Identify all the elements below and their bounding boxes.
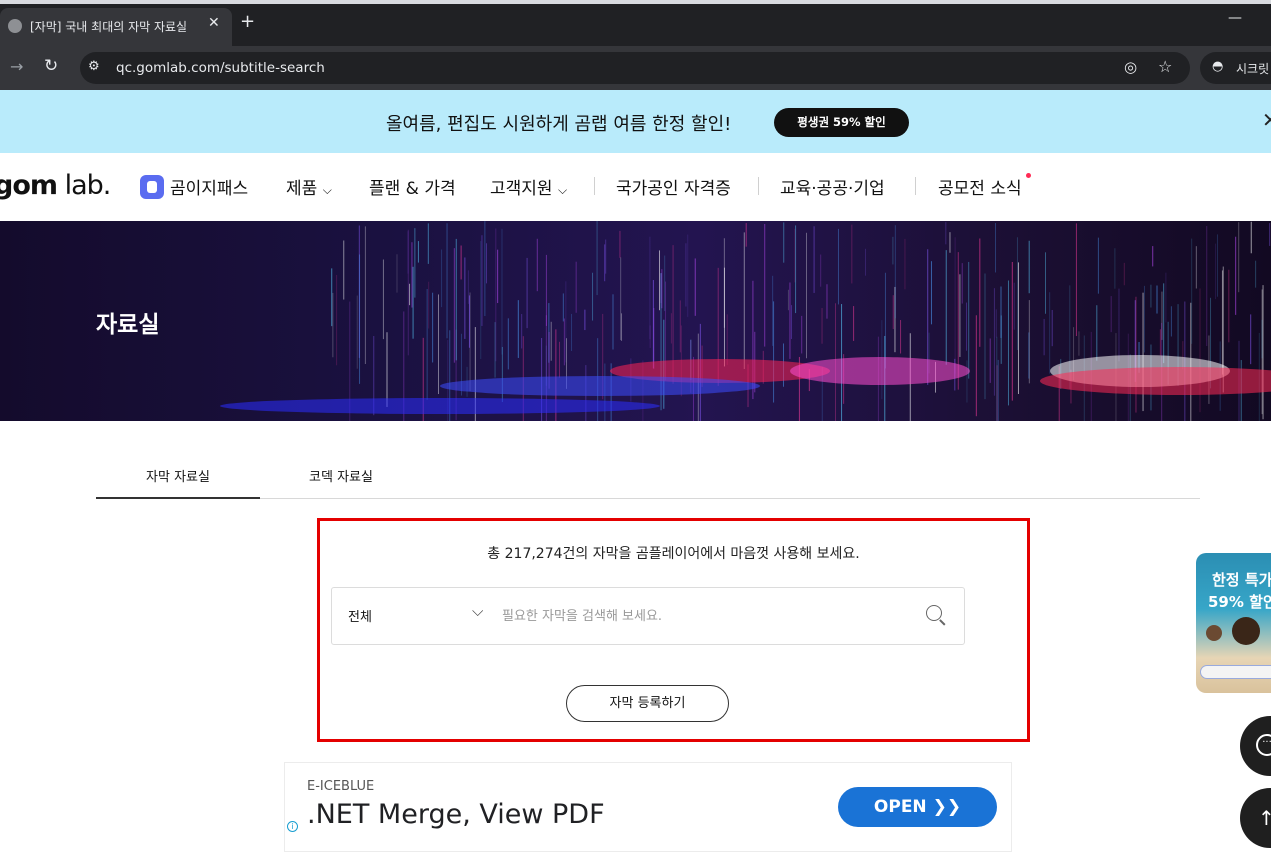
search-icon[interactable] <box>926 605 942 621</box>
site-settings-icon[interactable]: ⚙ <box>88 59 100 74</box>
bookmark-star-icon[interactable]: ☆ <box>1158 57 1172 76</box>
search-bar: 전체 ⌵ <box>331 587 965 645</box>
ad-info-icon[interactable]: i <box>287 821 298 832</box>
advertisement-banner[interactable]: E-ICEBLUE .NET Merge, View PDF OPEN ❯❯ i <box>284 762 1012 852</box>
ad-headline[interactable]: .NET Merge, View PDF <box>307 799 605 830</box>
hero-particle-art <box>220 221 1271 421</box>
floating-sale-card[interactable]: 한정 특가 59% 할인 <box>1196 553 1271 693</box>
nav-item-plans-pricing[interactable]: 플랜 & 가격 <box>369 174 456 199</box>
surfboard-image <box>1200 665 1271 679</box>
nav-item-education-business[interactable]: 교육·공공·기업 <box>780 174 885 199</box>
hero-banner: 자료실 <box>0 221 1271 421</box>
reload-icon[interactable]: ↻ <box>44 56 58 76</box>
incognito-icon: ◓ <box>1212 59 1224 74</box>
promo-close-icon[interactable]: ✕ <box>1262 108 1271 132</box>
arrow-up-icon: ↑ <box>1258 806 1271 830</box>
tab-subtitle-library[interactable]: 자막 자료실 <box>96 461 260 499</box>
sale-card-line1: 한정 특가 <box>1212 571 1271 589</box>
forward-arrow-icon[interactable]: → <box>10 57 23 76</box>
promo-discount-button[interactable]: 평생권 59% 할인 <box>774 108 909 137</box>
register-subtitle-button[interactable]: 자막 등록하기 <box>566 685 729 722</box>
address-bar[interactable]: ⚙ qc.gomlab.com/subtitle-search ◎ ☆ <box>80 52 1190 84</box>
url-text[interactable]: qc.gomlab.com/subtitle-search <box>116 60 325 76</box>
library-tabs: 자막 자료실 코덱 자료실 <box>96 461 1200 499</box>
tab-close-icon[interactable]: ✕ <box>208 15 220 31</box>
new-indicator-dot <box>1026 173 1031 178</box>
eye-off-icon[interactable]: ◎ <box>1124 58 1137 76</box>
promo-text: 올여름, 편집도 시원하게 곰랩 여름 한정 할인! <box>386 114 732 135</box>
subtitle-search-input[interactable] <box>502 602 902 630</box>
incognito-profile-button[interactable]: ◓ 시크릿 <box>1200 52 1271 84</box>
nav-divider <box>758 177 759 195</box>
ad-brand: E-ICEBLUE <box>307 779 375 794</box>
nav-divider <box>594 177 595 195</box>
globe-icon <box>8 19 22 33</box>
browser-tab[interactable]: [자막] 국내 최대의 자막 자료실 ✕ <box>0 8 232 46</box>
sale-card-person <box>1232 617 1260 645</box>
tab-title: [자막] 국내 최대의 자막 자료실 <box>30 20 188 34</box>
ad-open-button[interactable]: OPEN ❯❯ <box>838 787 997 827</box>
sale-card-person <box>1206 625 1222 641</box>
nav-item-gom-easy-pass[interactable]: 곰이지패스 <box>170 174 248 199</box>
tab-codec-library[interactable]: 코덱 자료실 <box>278 461 404 499</box>
nav-item-support[interactable]: 고객지원 ⌵ <box>490 174 567 199</box>
nav-item-certification[interactable]: 국가공인 자격증 <box>616 174 731 199</box>
chevron-down-icon: ⌵ <box>322 183 332 197</box>
sale-card-line2: 59% 할인 <box>1208 593 1271 611</box>
category-select[interactable]: 전체 <box>348 606 372 625</box>
chat-icon: ··· <box>1256 734 1271 756</box>
browser-tab-bar: [자막] 국내 최대의 자막 자료실 ✕ + — <box>0 0 1271 46</box>
nav-item-products[interactable]: 제품 ⌵ <box>286 174 332 199</box>
chevron-down-icon: ⌵ <box>557 183 568 197</box>
site-navigation: gom lab. 곰이지패스 제품 ⌵ 플랜 & 가격 고객지원 ⌵ 국가공인 … <box>0 153 1271 221</box>
page-title: 자료실 <box>96 312 160 338</box>
minimize-window-button[interactable]: — <box>1228 10 1242 26</box>
gom-easy-pass-icon <box>140 175 164 199</box>
chevron-down-icon[interactable]: ⌵ <box>472 602 483 620</box>
promo-banner: 올여름, 편집도 시원하게 곰랩 여름 한정 할인! 평생권 59% 할인 ✕ <box>0 90 1271 153</box>
scroll-top-button[interactable]: ↑ <box>1240 788 1271 848</box>
nav-divider <box>915 177 916 195</box>
profile-label: 시크릿 <box>1236 62 1270 76</box>
subtitle-search-section: 총 217,274건의 자막을 곰플레이어에서 마음껏 사용해 보세요. 전체 … <box>317 518 1030 742</box>
new-tab-button[interactable]: + <box>240 11 255 32</box>
chat-button[interactable]: ··· <box>1240 716 1271 776</box>
gomlab-logo[interactable]: gom lab. <box>0 170 111 201</box>
browser-toolbar: → ↻ ⚙ qc.gomlab.com/subtitle-search ◎ ☆ … <box>0 46 1271 90</box>
nav-item-contest-news[interactable]: 공모전 소식 <box>938 174 1022 199</box>
window-top-edge <box>0 0 1271 4</box>
subtitle-count-text: 총 217,274건의 자막을 곰플레이어에서 마음껏 사용해 보세요. <box>487 546 860 562</box>
